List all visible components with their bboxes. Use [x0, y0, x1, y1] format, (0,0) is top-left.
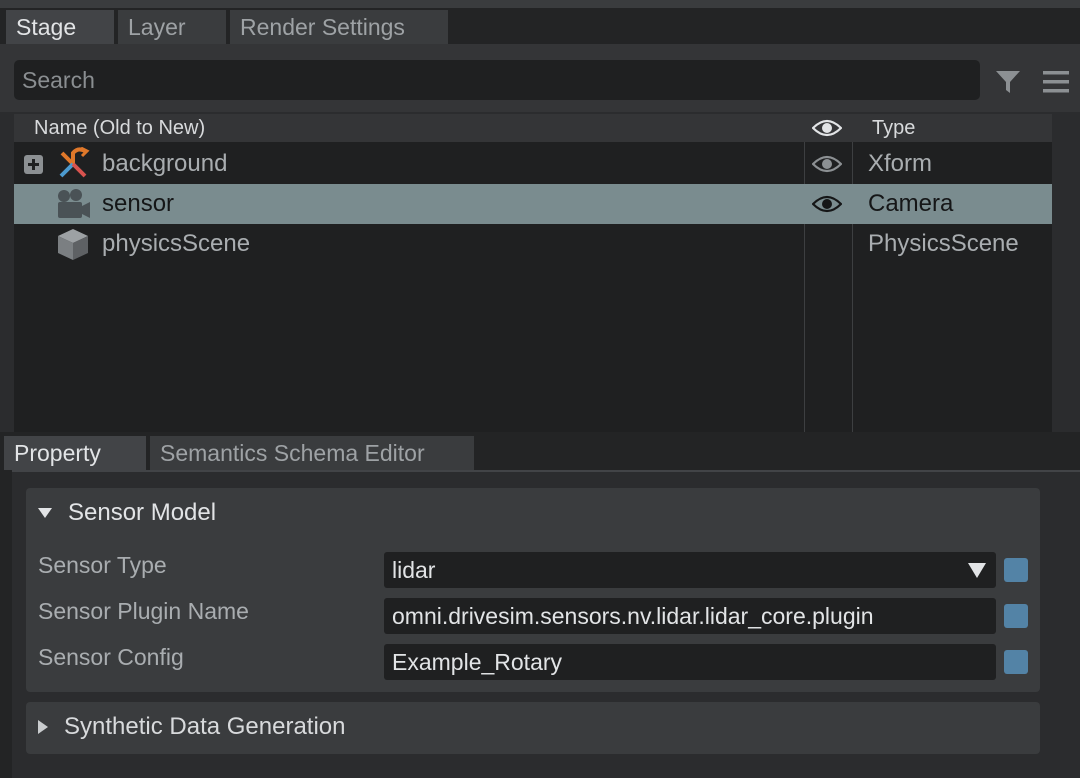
- tree-row-physicsscene[interactable]: physicsScene PhysicsScene: [14, 224, 1052, 264]
- tree-row-name: sensor: [102, 190, 175, 217]
- reset-button[interactable]: [1004, 650, 1028, 674]
- tab-property[interactable]: Property: [4, 436, 146, 470]
- column-header-name[interactable]: Name (Old to New): [34, 117, 205, 140]
- synthetic-data-header[interactable]: Synthetic Data Generation: [26, 702, 1040, 752]
- camera-icon: [58, 189, 90, 218]
- expand-triangle-icon: [38, 720, 48, 734]
- visibility-eye-icon[interactable]: [812, 194, 842, 214]
- xform-icon: [59, 147, 90, 178]
- menu-icon[interactable]: [1042, 68, 1070, 96]
- stage-tree: Name (Old to New) Type background Xform …: [14, 114, 1052, 432]
- tree-row-type: PhysicsScene: [868, 230, 1019, 257]
- dropdown-arrow-icon: [968, 563, 986, 578]
- visibility-eye-icon[interactable]: [812, 154, 842, 174]
- section-title: Sensor Model: [68, 499, 217, 526]
- tree-header: Name (Old to New) Type: [14, 114, 1052, 142]
- property-tab-bar: Property Semantics Schema Editor: [0, 436, 1080, 470]
- search-row: [0, 44, 1080, 112]
- property-panel: Sensor Model Sensor Type lidar Sensor Pl…: [12, 470, 1080, 778]
- stage-tab-bar: Stage Layer Render Settings: [0, 8, 1080, 44]
- window-top-strip: [0, 0, 1080, 8]
- filter-icon[interactable]: [994, 68, 1022, 96]
- reset-button[interactable]: [1004, 604, 1028, 628]
- collapse-triangle-icon: [38, 508, 52, 518]
- tab-render-settings[interactable]: Render Settings: [230, 10, 448, 44]
- sensor-config-field[interactable]: Example_Rotary: [384, 644, 996, 680]
- expand-icon[interactable]: [24, 155, 43, 174]
- dropdown-value: lidar: [392, 557, 436, 583]
- section-title: Synthetic Data Generation: [64, 713, 346, 740]
- tab-layer[interactable]: Layer: [118, 10, 226, 44]
- property-label: Sensor Plugin Name: [38, 598, 249, 624]
- sensor-type-dropdown[interactable]: lidar: [384, 552, 996, 588]
- synthetic-data-section[interactable]: Synthetic Data Generation: [26, 702, 1040, 754]
- cube-icon: [58, 229, 88, 260]
- sensor-model-header[interactable]: Sensor Model: [26, 488, 1040, 538]
- tree-row-sensor[interactable]: sensor Camera: [14, 184, 1052, 224]
- tree-row-name: background: [102, 150, 228, 177]
- column-header-type[interactable]: Type: [872, 117, 915, 140]
- tree-row-type: Xform: [868, 150, 933, 177]
- sensor-model-section: Sensor Model Sensor Type lidar Sensor Pl…: [26, 488, 1040, 692]
- tree-row-background[interactable]: background Xform: [14, 144, 1052, 184]
- reset-button[interactable]: [1004, 558, 1028, 582]
- tree-row-name: physicsScene: [102, 230, 251, 257]
- search-input[interactable]: [14, 60, 980, 100]
- tab-semantics-schema-editor[interactable]: Semantics Schema Editor: [150, 436, 474, 470]
- property-label: Sensor Type: [38, 552, 167, 578]
- sensor-plugin-name-field[interactable]: omni.drivesim.sensors.nv.lidar.lidar_cor…: [384, 598, 996, 634]
- column-header-visibility-icon[interactable]: [812, 118, 842, 138]
- tab-stage[interactable]: Stage: [6, 10, 114, 44]
- stage-panel: Stage Layer Render Settings Name (Old to…: [0, 8, 1080, 432]
- property-label: Sensor Config: [38, 644, 184, 670]
- tree-row-type: Camera: [868, 190, 954, 217]
